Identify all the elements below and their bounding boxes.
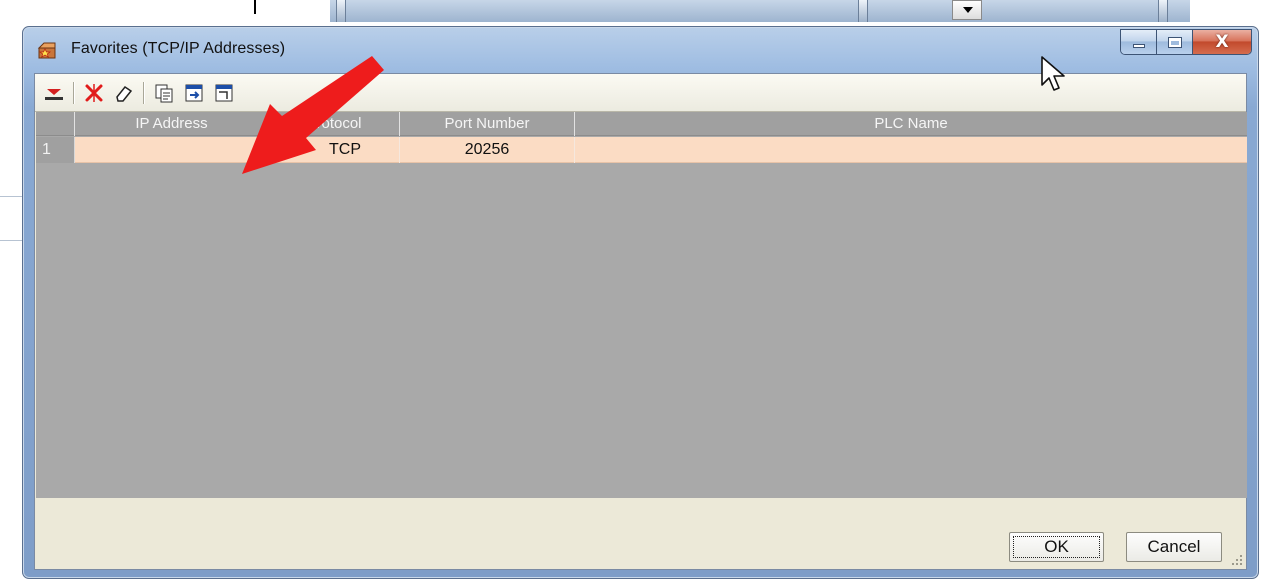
resize-grip-icon[interactable] <box>1229 552 1243 566</box>
dialog-client-area: IP Address Protocol Port Number PLC Name… <box>34 73 1247 570</box>
favorites-box-icon <box>37 42 56 59</box>
button-bar: OK Cancel <box>35 498 1246 569</box>
row-header-corner <box>36 112 75 136</box>
caption-buttons: X <box>1120 29 1252 55</box>
toolbar-separator <box>73 81 75 104</box>
text-cursor <box>254 0 256 14</box>
clear-button[interactable] <box>111 80 137 106</box>
focus-rectangle <box>1013 536 1100 558</box>
maximize-button[interactable] <box>1157 30 1193 54</box>
eraser-icon <box>116 85 133 102</box>
column-header-plc-name[interactable]: PLC Name <box>575 112 1247 136</box>
ok-button[interactable]: OK <box>1009 532 1104 562</box>
background-separator <box>336 0 346 22</box>
favorites-dialog: Favorites (TCP/IP Addresses) X IP Addres… <box>22 26 1259 579</box>
close-icon: X <box>1215 32 1229 52</box>
add-favorite-button[interactable] <box>41 80 67 106</box>
export-button[interactable] <box>211 80 237 106</box>
delete-favorite-button[interactable] <box>81 80 107 106</box>
copy-button[interactable] <box>151 80 177 106</box>
add-row-icon <box>45 88 63 100</box>
cancel-button-label: Cancel <box>1147 537 1201 556</box>
title-bar[interactable]: Favorites (TCP/IP Addresses) X <box>23 27 1258 73</box>
background-toolbar-strip <box>330 0 1190 22</box>
maximize-icon <box>1167 36 1182 48</box>
favorites-grid[interactable]: IP Address Protocol Port Number PLC Name… <box>36 112 1247 498</box>
export-icon <box>215 84 233 101</box>
cell-plc-name[interactable] <box>575 137 1247 163</box>
row-number[interactable]: 1 <box>36 137 75 163</box>
minimize-icon <box>1132 44 1145 48</box>
import-icon <box>185 84 203 101</box>
screenshot: Favorites (TCP/IP Addresses) X IP Addres… <box>0 0 1283 587</box>
cancel-button[interactable]: Cancel <box>1126 532 1222 562</box>
close-button[interactable]: X <box>1193 30 1251 54</box>
import-button[interactable] <box>181 80 207 106</box>
mouse-pointer-icon <box>1041 56 1065 91</box>
toolbar-separator <box>143 81 145 104</box>
cell-port-number[interactable]: 20256 <box>400 137 575 163</box>
background-dropdown-button[interactable] <box>952 0 982 20</box>
red-arrow-annotation <box>242 56 384 174</box>
column-header-port-number[interactable]: Port Number <box>400 112 575 136</box>
copy-icon <box>155 84 173 102</box>
minimize-button[interactable] <box>1121 30 1157 54</box>
background-separator <box>1158 0 1168 22</box>
delete-x-icon <box>85 83 103 102</box>
grid-header: IP Address Protocol Port Number PLC Name <box>36 112 1247 136</box>
background-separator <box>858 0 868 22</box>
table-row[interactable]: 1 TCP 20256 <box>36 137 1247 163</box>
